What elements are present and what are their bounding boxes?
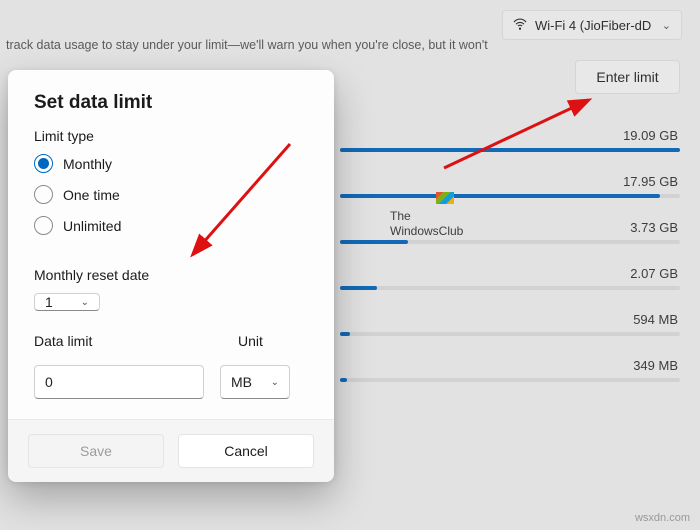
usage-value: 3.73 GB xyxy=(630,220,678,235)
wifi-network-select[interactable]: Wi-Fi 4 (JioFiber-dD ⌄ xyxy=(502,10,682,40)
usage-value: 2.07 GB xyxy=(630,266,678,281)
chevron-down-icon: ⌄ xyxy=(81,297,89,308)
dialog-title: Set data limit xyxy=(34,92,308,114)
chevron-down-icon: ⌄ xyxy=(271,377,279,388)
unit-label: Unit xyxy=(238,333,308,349)
unit-select[interactable]: MB ⌄ xyxy=(220,365,290,399)
annotation-arrow xyxy=(436,100,596,180)
usage-row: 3.73 GB xyxy=(340,240,680,244)
chevron-down-icon: ⌄ xyxy=(662,19,671,32)
usage-row: 2.07 GB xyxy=(340,286,680,290)
data-limit-input[interactable]: 0 xyxy=(34,365,204,399)
watermark: The WindowsClub xyxy=(390,192,463,238)
radio-circle-icon xyxy=(34,185,53,204)
wifi-icon xyxy=(513,17,527,34)
usage-row: 594 MB xyxy=(340,332,680,336)
data-limit-label: Data limit xyxy=(34,333,208,349)
save-button[interactable]: Save xyxy=(28,434,164,468)
radio-circle-icon xyxy=(34,216,53,235)
page-description: track data usage to stay under your limi… xyxy=(6,38,488,52)
usage-value: 349 MB xyxy=(633,358,678,373)
dialog-footer: Save Cancel xyxy=(8,419,334,482)
usage-value: 17.95 GB xyxy=(623,174,678,189)
cancel-button[interactable]: Cancel xyxy=(178,434,314,468)
reset-date-select[interactable]: 1 ⌄ xyxy=(34,293,100,311)
reset-date-label: Monthly reset date xyxy=(34,267,308,283)
radio-circle-icon xyxy=(34,154,53,173)
windows-flag-icon xyxy=(436,192,454,204)
wifi-network-label: Wi-Fi 4 (JioFiber-dD xyxy=(535,18,651,33)
usage-bars: 19.09 GB 17.95 GB 3.73 GB 2.07 GB 594 MB… xyxy=(340,148,680,424)
source-watermark: wsxdn.com xyxy=(635,512,690,524)
set-data-limit-dialog: Set data limit Limit type Monthly One ti… xyxy=(8,70,334,480)
usage-row: 349 MB xyxy=(340,378,680,382)
annotation-arrow xyxy=(190,138,300,258)
usage-value: 594 MB xyxy=(633,312,678,327)
enter-limit-button[interactable]: Enter limit xyxy=(575,60,680,94)
usage-value: 19.09 GB xyxy=(623,128,678,143)
